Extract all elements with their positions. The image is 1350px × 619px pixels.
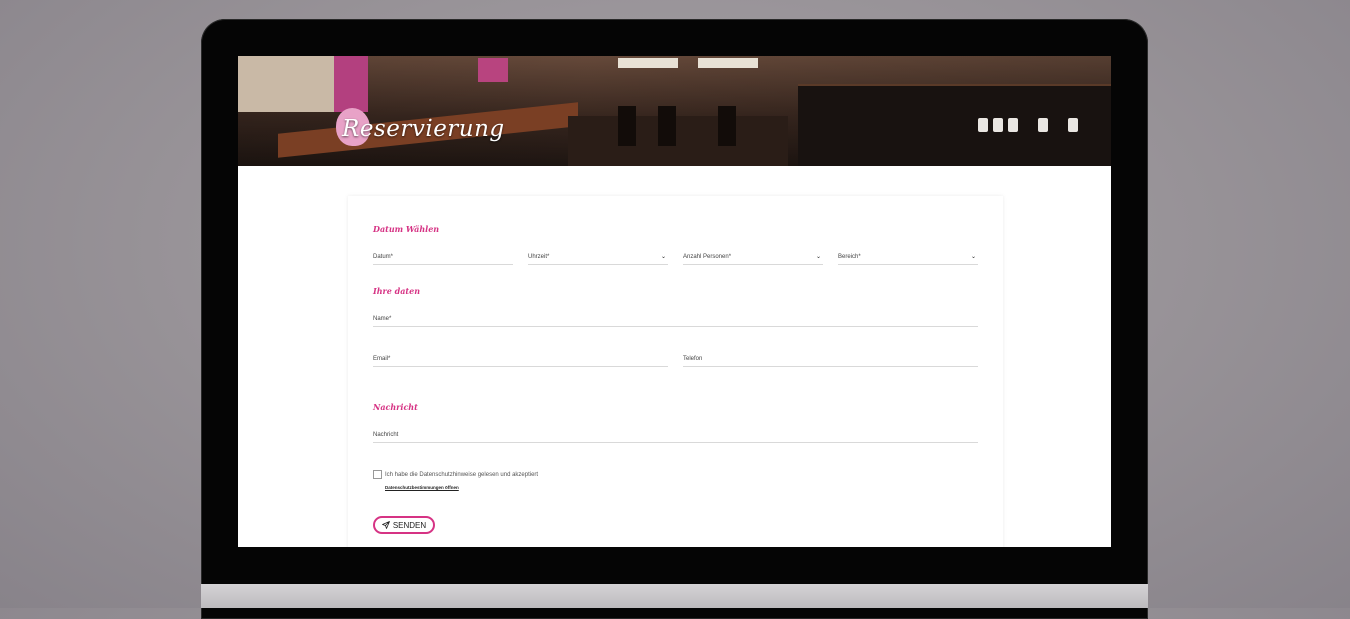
hero-wall <box>238 56 338 112</box>
hero-chair <box>718 106 736 146</box>
consent-checkbox[interactable] <box>373 470 382 479</box>
name-label: Name* <box>373 316 392 322</box>
date-field[interactable]: Datum* <box>373 250 513 265</box>
screen: Reservierung Datum Wählen Datum* Uhrzeit… <box>238 56 1111 547</box>
send-icon <box>381 521 390 529</box>
hero-floor <box>568 116 788 166</box>
area-label: Bereich* <box>838 254 861 260</box>
hero-bar <box>798 86 1111 166</box>
chevron-down-icon: ⌄ <box>660 254 666 260</box>
message-textarea[interactable]: Nachricht <box>373 428 978 443</box>
submit-label: SENDEN <box>392 520 427 530</box>
message-label: Nachricht <box>373 432 399 438</box>
hero-window <box>618 58 678 68</box>
section-title-date: Datum Wählen <box>373 224 440 234</box>
hero-panel <box>478 58 508 82</box>
hero-glass <box>993 118 1003 132</box>
phone-label: Telefon <box>683 356 703 362</box>
hero-glass <box>1038 118 1048 132</box>
privacy-link[interactable]: Datenschutzbestimmungen öffnen <box>385 485 459 490</box>
page-title: Reservierung <box>342 116 505 142</box>
persons-select[interactable]: Anzahl Personen* ⌄ <box>683 250 823 265</box>
submit-button[interactable]: SENDEN <box>373 516 435 534</box>
persons-label: Anzahl Personen* <box>683 254 732 260</box>
section-title-message: Nachricht <box>373 402 418 412</box>
section-title-details: Ihre daten <box>373 286 421 296</box>
hero-glass <box>978 118 988 132</box>
time-label: Uhrzeit* <box>528 254 550 260</box>
email-input[interactable]: Email* <box>373 352 668 367</box>
hero-chair <box>618 106 636 146</box>
hero-pillar <box>334 56 368 112</box>
phone-input[interactable]: Telefon <box>683 352 978 367</box>
hero-glass <box>1008 118 1018 132</box>
hero-glass <box>1068 118 1078 132</box>
monitor-chin <box>201 584 1148 608</box>
chevron-down-icon: ⌄ <box>815 254 821 260</box>
name-input[interactable]: Name* <box>373 312 978 327</box>
hero-chair <box>658 106 676 146</box>
hero-window <box>698 58 758 68</box>
chevron-down-icon: ⌄ <box>970 254 976 260</box>
email-label: Email* <box>373 356 391 362</box>
date-label: Datum* <box>373 254 394 260</box>
hero-banner: Reservierung <box>238 56 1111 166</box>
time-select[interactable]: Uhrzeit* ⌄ <box>528 250 668 265</box>
consent-text: Ich habe die Datenschutzhinweise gelesen… <box>385 472 539 478</box>
area-select[interactable]: Bereich* ⌄ <box>838 250 978 265</box>
reservation-form: Datum Wählen Datum* Uhrzeit* ⌄ Anzahl Pe… <box>348 196 1003 547</box>
